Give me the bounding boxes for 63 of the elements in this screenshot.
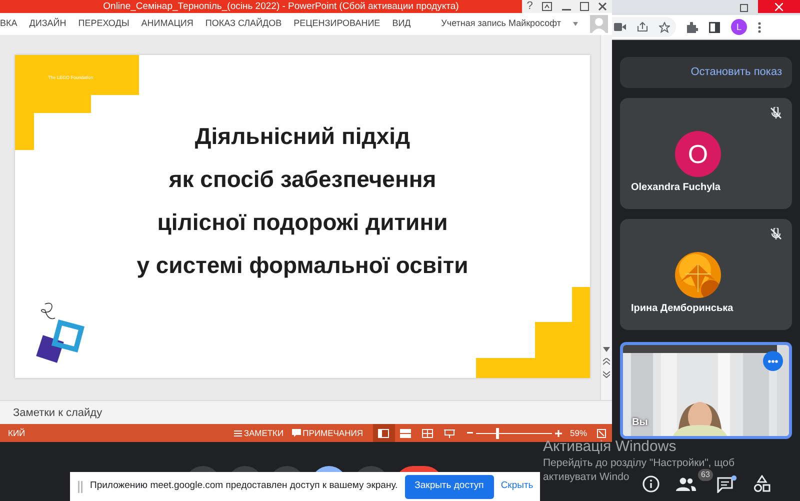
meeting-info-button[interactable] bbox=[642, 475, 660, 493]
participant-name: Вы bbox=[632, 416, 648, 430]
stop-presenting-button[interactable]: Остановить показ bbox=[620, 57, 792, 88]
more-icon bbox=[768, 360, 778, 362]
drag-handle-icon[interactable] bbox=[78, 480, 83, 492]
normal-view-icon bbox=[378, 428, 390, 438]
zoom-in-icon[interactable] bbox=[554, 430, 562, 436]
caret-icon[interactable] bbox=[573, 22, 578, 26]
previous-slide-icon[interactable] bbox=[603, 358, 610, 365]
side-panel-icon[interactable] bbox=[709, 22, 720, 32]
people-button[interactable] bbox=[676, 476, 696, 492]
reading-view-icon bbox=[422, 428, 434, 438]
notes-icon bbox=[234, 430, 242, 436]
help-button[interactable]: ? bbox=[526, 0, 533, 13]
ribbon-display-icon[interactable] bbox=[542, 2, 552, 11]
ribbon-tab[interactable]: ДИЗАЙН bbox=[29, 17, 66, 31]
comments-button[interactable]: ПРИМЕЧАНИЯ bbox=[288, 424, 367, 442]
ribbon-tab[interactable]: РЕЦЕНЗИРОВАНИЕ bbox=[294, 17, 380, 31]
scroll-down-icon[interactable] bbox=[603, 347, 610, 352]
zoom-level: 59% bbox=[570, 426, 587, 440]
close-icon bbox=[775, 2, 783, 10]
menu-icon[interactable] bbox=[758, 22, 761, 32]
address-bar[interactable] bbox=[612, 17, 676, 37]
window-title: Online_Семінар_Тернопіль_(осінь 2022) - PowerPoint (Сбой активации продукта) bbox=[103, 1, 459, 12]
more-options-button[interactable] bbox=[763, 351, 783, 371]
comment-icon bbox=[292, 429, 301, 437]
activities-button[interactable] bbox=[752, 475, 771, 493]
ribbon-tab[interactable]: ВИД bbox=[392, 17, 411, 31]
activation-text: Перейдіть до розділу "Настройки", щоб bbox=[543, 456, 735, 470]
slider-thumb[interactable] bbox=[496, 428, 500, 438]
activation-title: Активація Windows bbox=[543, 438, 676, 456]
camera-icon[interactable] bbox=[614, 23, 626, 31]
hide-link[interactable]: Скрыть bbox=[500, 479, 534, 494]
close-button[interactable] bbox=[758, 0, 800, 13]
slide-title: Діяльнісний підхід як спосіб забезпечення цілісної подорожі дитини у системі формальної освіти bbox=[136, 122, 470, 280]
share-icon[interactable] bbox=[637, 22, 648, 32]
notes-button[interactable]: ЗАМЕТКИ bbox=[230, 424, 288, 442]
slideshow-view-icon bbox=[444, 428, 456, 438]
stop-sharing-button[interactable]: Закрыть доступ bbox=[404, 474, 494, 498]
view-button[interactable] bbox=[372, 424, 395, 442]
star-icon[interactable] bbox=[659, 22, 670, 32]
profile-avatar[interactable]: L bbox=[731, 19, 747, 35]
participant-count-badge: 63 bbox=[698, 469, 713, 481]
sorter-view-icon bbox=[400, 428, 412, 438]
avatar: O bbox=[675, 131, 721, 177]
scrollbar[interactable] bbox=[600, 35, 612, 400]
puzzle-icon[interactable] bbox=[687, 22, 698, 32]
next-slide-icon[interactable] bbox=[603, 371, 610, 378]
activation-text: активувати Windo bbox=[543, 470, 630, 484]
chat-button[interactable] bbox=[716, 475, 737, 493]
notification-text: Приложению meet.google.com предоставлен доступ к вашему экрану. bbox=[90, 479, 398, 494]
fit-to-window-icon[interactable] bbox=[597, 428, 606, 438]
account-link[interactable]: Учетная запись Майкрософт bbox=[441, 17, 561, 31]
participant-name: Ірина Демборинська bbox=[631, 302, 734, 316]
language-label: КИЙ bbox=[7, 426, 26, 440]
participant-name: Olexandra Fuchyla bbox=[631, 181, 720, 195]
ribbon-tab[interactable]: ПЕРЕХОДЫ bbox=[78, 17, 130, 31]
restore-icon[interactable] bbox=[740, 4, 748, 12]
ribbon-tab[interactable]: АНИМАЦИЯ bbox=[141, 17, 194, 31]
maximize-icon[interactable] bbox=[580, 2, 589, 11]
close-icon[interactable] bbox=[598, 2, 608, 11]
ribbon-tab[interactable]: ПОКАЗ СЛАЙДОВ bbox=[205, 17, 282, 31]
ribbon-tab[interactable]: ВКА bbox=[0, 17, 18, 31]
